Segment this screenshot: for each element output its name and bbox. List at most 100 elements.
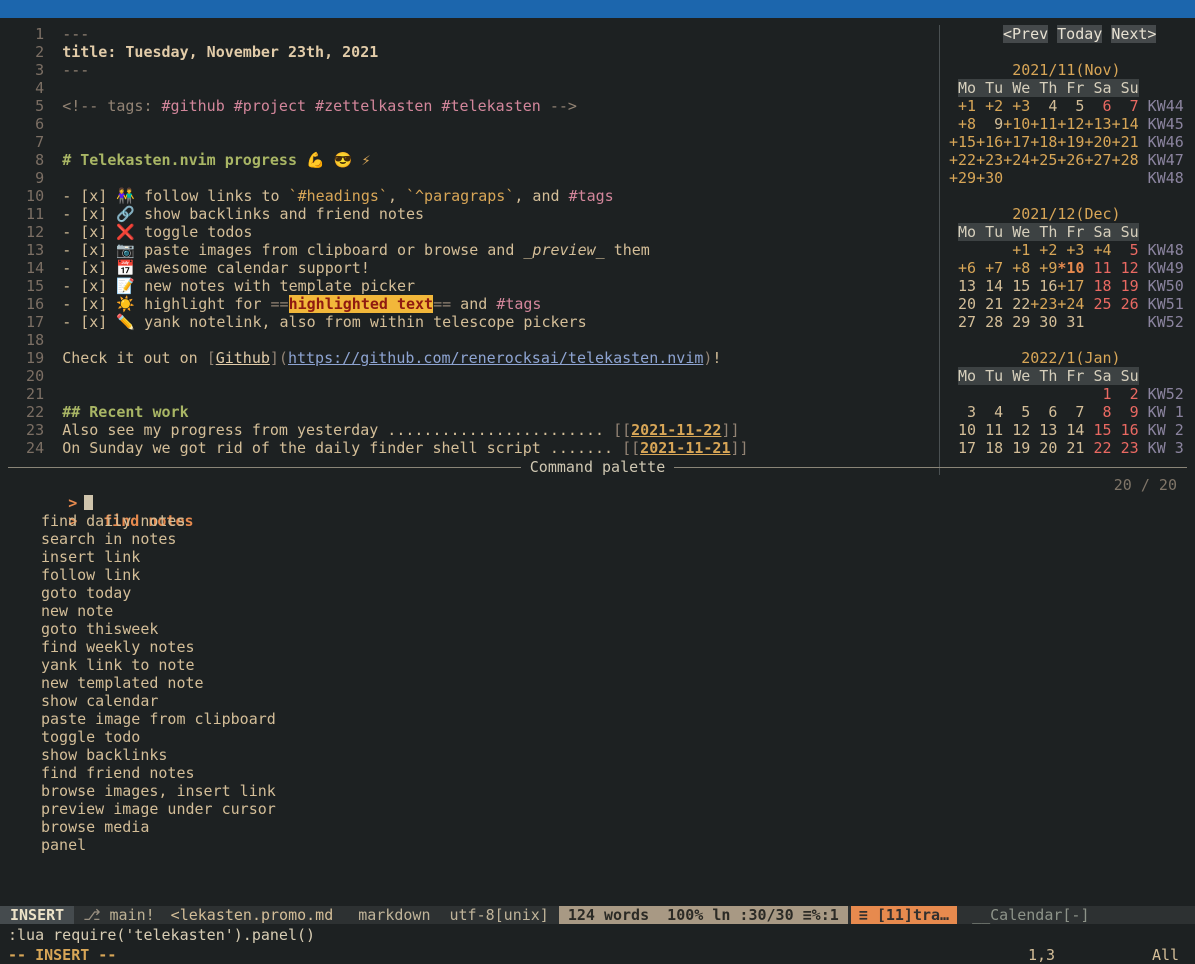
calendar-day[interactable]: 4 [1030,97,1057,115]
palette-item[interactable]: insert link [0,548,1195,566]
calendar-day[interactable]: +21 [1112,133,1139,151]
calendar-day[interactable]: 4 [976,403,1003,421]
calendar-day[interactable]: 12 [1003,421,1030,439]
calendar-day[interactable]: +30 [976,169,1003,187]
calendar-day[interactable]: 31 [1057,313,1084,331]
calendar-day[interactable]: +8 [949,115,976,133]
calendar-day[interactable]: +29 [949,169,976,187]
calendar-day[interactable]: 18 [1084,277,1111,295]
palette-item[interactable]: paste image from clipboard [0,710,1195,728]
calendar-day[interactable]: 14 [1057,421,1084,439]
palette-item[interactable]: find friend notes [0,764,1195,782]
calendar-day[interactable]: *10 [1057,259,1084,277]
calendar-day[interactable]: +16 [976,133,1003,151]
calendar-day[interactable]: +24 [1003,151,1030,169]
calendar-day[interactable]: +2 [1030,241,1057,259]
calendar-day[interactable]: +9 [1030,259,1057,277]
calendar-day[interactable]: 13 [949,277,976,295]
calendar-day[interactable]: +11 [1030,115,1057,133]
calendar-day[interactable]: +10 [1003,115,1030,133]
calendar-day[interactable]: 3 [949,403,976,421]
calendar-day[interactable]: +19 [1057,133,1084,151]
calendar-day[interactable]: 7 [1112,97,1139,115]
calendar-day[interactable]: +27 [1084,151,1111,169]
link[interactable]: https://github.com/renerocksai/telekaste… [288,349,703,367]
calendar-day[interactable]: 5 [1003,403,1030,421]
calendar-day[interactable]: 20 [1030,439,1057,457]
calendar-day[interactable]: +28 [1112,151,1139,169]
link[interactable]: 2021-11-22 [631,421,721,439]
calendar-day[interactable]: +6 [949,259,976,277]
calendar-day[interactable]: 10 [949,421,976,439]
calendar-day[interactable]: +24 [1057,295,1084,313]
calendar-day[interactable]: 2 [1112,385,1139,403]
calendar-day[interactable]: 23 [1112,439,1139,457]
calendar-day[interactable]: +3 [1057,241,1084,259]
calendar-day[interactable]: 12 [1112,259,1139,277]
calendar-day[interactable]: +4 [1084,241,1111,259]
calendar-day[interactable]: 22 [1003,295,1030,313]
calendar-day[interactable]: 8 [1084,403,1111,421]
calendar-day[interactable]: 15 [1084,421,1111,439]
calendar-day[interactable]: 28 [976,313,1003,331]
calendar-day[interactable]: 25 [1084,295,1111,313]
calendar-day[interactable]: 21 [1057,439,1084,457]
calendar-day[interactable]: +22 [949,151,976,169]
palette-item[interactable]: browse media [0,818,1195,836]
calendar-day[interactable]: +26 [1057,151,1084,169]
calendar-day[interactable]: 21 [976,295,1003,313]
calendar-day[interactable]: 16 [1030,277,1057,295]
calendar-day[interactable]: 11 [1084,259,1111,277]
link[interactable]: Github [216,349,270,367]
calendar-day[interactable]: +1 [949,97,976,115]
calendar-day[interactable]: +18 [1030,133,1057,151]
calendar-day[interactable]: +12 [1057,115,1084,133]
calendar-day[interactable]: 15 [1003,277,1030,295]
palette-item[interactable]: yank link to note [0,656,1195,674]
calendar-day[interactable]: 7 [1057,403,1084,421]
calendar-day[interactable]: 16 [1112,421,1139,439]
palette-selected-item[interactable]: >find notes [0,494,1195,512]
calendar-day[interactable]: +17 [1003,133,1030,151]
calendar-day[interactable]: 1 [1084,385,1111,403]
calendar-day[interactable]: +1 [1003,241,1030,259]
calendar-day[interactable]: 22 [1084,439,1111,457]
calendar-day[interactable]: +25 [1030,151,1057,169]
calendar-day[interactable]: +15 [949,133,976,151]
calendar-day[interactable]: +14 [1112,115,1139,133]
palette-item[interactable]: goto today [0,584,1195,602]
calendar-day[interactable]: +3 [1003,97,1030,115]
palette-item[interactable]: toggle todo [0,728,1195,746]
command-line[interactable]: :lua require('telekasten').panel() [8,926,315,944]
palette-item[interactable]: new templated note [0,674,1195,692]
palette-item[interactable]: search in notes [0,530,1195,548]
calendar-day[interactable]: +8 [1003,259,1030,277]
calendar-day[interactable]: 11 [976,421,1003,439]
calendar-day[interactable]: +23 [976,151,1003,169]
palette-item[interactable]: show calendar [0,692,1195,710]
calendar-day[interactable]: 17 [949,439,976,457]
link[interactable]: 2021-11-21 [640,439,730,457]
calendar-day[interactable]: 18 [976,439,1003,457]
calendar-day[interactable]: +23 [1030,295,1057,313]
calendar-prev-button[interactable]: <Prev [1003,25,1048,43]
calendar-day[interactable]: 6 [1030,403,1057,421]
calendar-day[interactable]: 29 [1003,313,1030,331]
palette-item[interactable]: preview image under cursor [0,800,1195,818]
calendar-day[interactable]: +7 [976,259,1003,277]
calendar-day[interactable]: +20 [1084,133,1111,151]
calendar-day[interactable]: 27 [949,313,976,331]
calendar-day[interactable]: 19 [1112,277,1139,295]
calendar-day[interactable]: 30 [1030,313,1057,331]
palette-item[interactable]: show backlinks [0,746,1195,764]
calendar-day[interactable]: 14 [976,277,1003,295]
calendar-today-button[interactable]: Today [1057,25,1102,43]
calendar-day[interactable]: +2 [976,97,1003,115]
palette-item[interactable]: find daily notes [0,512,1195,530]
calendar-day[interactable]: 9 [976,115,1003,133]
palette-item[interactable]: follow link [0,566,1195,584]
calendar-day[interactable]: 19 [1003,439,1030,457]
palette-item[interactable]: goto thisweek [0,620,1195,638]
calendar-day[interactable]: 9 [1112,403,1139,421]
palette-item[interactable]: panel [0,836,1195,854]
